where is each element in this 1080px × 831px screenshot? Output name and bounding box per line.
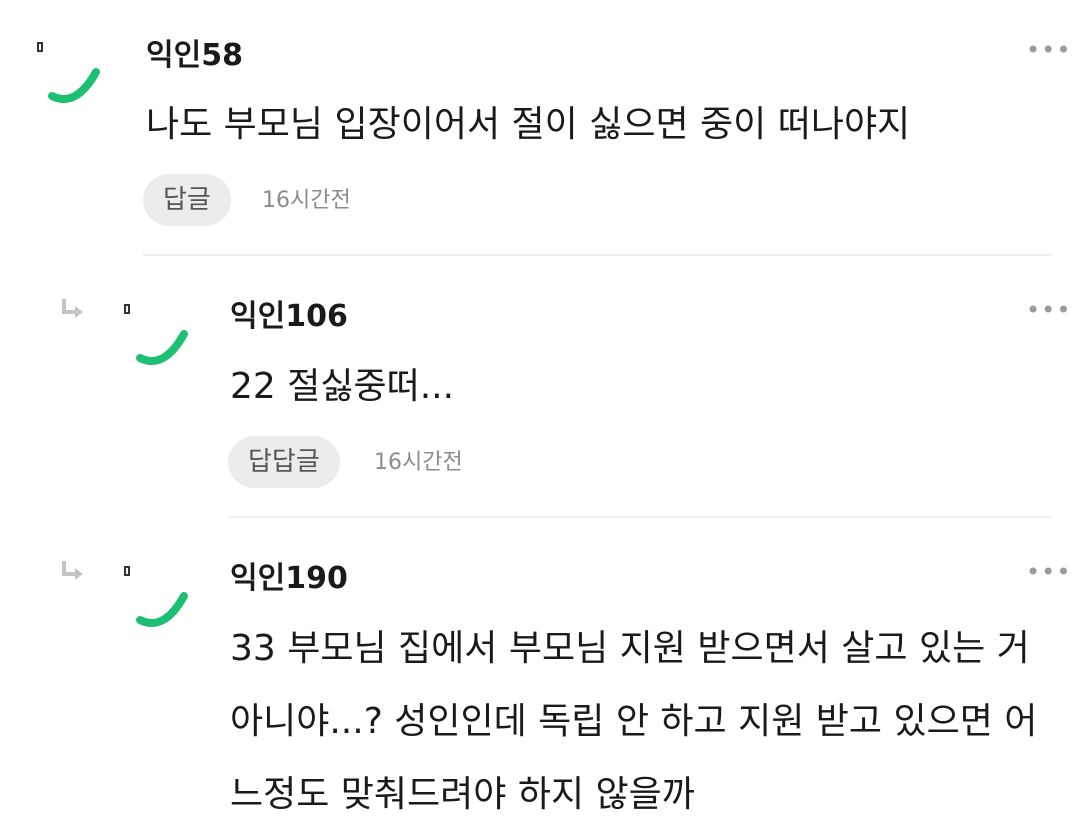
reply-button[interactable]: 답글 [143,174,231,226]
comment-text: 33 부모님 집에서 부모님 지원 받으면서 살고 있는 거 아니야...? 성… [230,628,1042,815]
more-icon[interactable]: ••• [1026,38,1071,62]
reply-arrow-icon [62,561,83,580]
timestamp: 16시간전 [374,450,463,475]
more-icon[interactable]: ••• [1026,298,1071,322]
comment-text: 나도 부모님 입장이어서 절이 싫으면 중이 떠나야지 [146,104,911,145]
more-icon[interactable]: ••• [1026,560,1071,584]
status-mark [37,42,43,52]
timestamp: 16시간전 [262,188,351,213]
avatar [48,68,100,103]
status-mark [124,566,130,576]
comment-author[interactable]: 익인190 [230,561,348,597]
comment-text: 22 절싫중떠... [230,366,455,407]
status-mark [124,304,130,314]
avatar [136,330,188,365]
comment-author[interactable]: 익인58 [146,38,243,74]
divider [143,254,1052,256]
avatar [136,592,188,627]
divider [228,516,1052,518]
comment-author[interactable]: 익인106 [230,299,348,335]
reply-button[interactable]: 답답글 [228,436,340,488]
reply-arrow-icon [62,299,83,318]
